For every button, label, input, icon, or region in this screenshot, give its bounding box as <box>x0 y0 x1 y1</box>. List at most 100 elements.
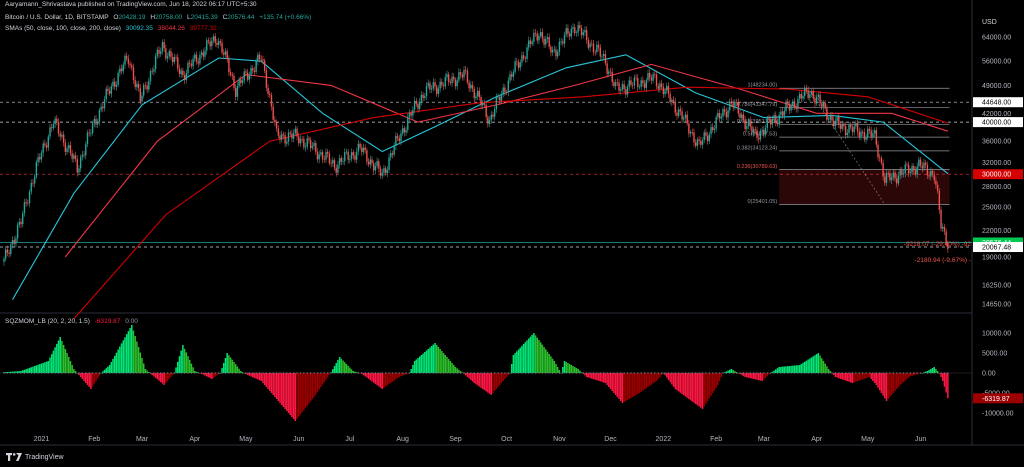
candle-body <box>267 87 269 94</box>
squeeze-dot <box>565 372 567 374</box>
squeeze-dot <box>875 372 877 374</box>
squeeze-dot <box>122 372 124 374</box>
momentum-bar <box>476 373 479 386</box>
squeeze-dot <box>187 372 189 374</box>
momentum-bar <box>425 350 428 373</box>
squeeze-dot <box>732 372 734 374</box>
momentum-bar <box>185 352 188 373</box>
momentum-bar <box>64 349 67 373</box>
squeeze-dot <box>892 372 894 374</box>
candle-body <box>166 56 169 59</box>
candle-body <box>390 153 392 158</box>
momentum-bar <box>422 353 424 373</box>
momentum-bar <box>938 373 941 374</box>
squeeze-dot <box>313 372 315 374</box>
momentum-bar <box>453 365 455 373</box>
candle-body <box>262 59 264 61</box>
candle-body <box>693 132 695 143</box>
momentum-bar <box>780 366 782 373</box>
squeeze-dot <box>906 372 908 374</box>
momentum-bar <box>223 363 225 373</box>
momentum-bar <box>151 373 153 375</box>
candle-body <box>327 151 329 154</box>
fibonacci-retracement[interactable]: 1(48234.00)0.786(43347.79)0.618(39517.53… <box>737 83 950 205</box>
candle-body <box>107 88 109 91</box>
candle-body <box>802 95 804 99</box>
main-legend[interactable]: Bitcoin / U.S. Dollar, 1D, BITSTAMP O204… <box>5 14 314 22</box>
momentum-bar <box>234 364 237 373</box>
squeeze-dot <box>623 372 625 374</box>
squeeze-dot <box>770 372 772 374</box>
momentum-bar <box>749 373 751 379</box>
momentum-bar <box>621 373 624 403</box>
candle-body <box>475 96 477 99</box>
candle-body <box>281 134 283 140</box>
candle-body <box>587 39 590 48</box>
candle-body <box>664 90 666 95</box>
candle-body <box>197 61 199 64</box>
candle-body <box>342 161 344 162</box>
footer-branding[interactable]: TradingView <box>6 453 64 461</box>
candle-body <box>478 90 481 98</box>
oscillator-legend[interactable]: SQZMOM_LB (20, 2, 20, 1.5) -6319.87 0.00 <box>5 318 141 326</box>
momentum-bar <box>505 373 508 377</box>
candle-body <box>396 135 399 138</box>
candle-body <box>701 140 704 145</box>
squeeze-dot <box>776 372 779 374</box>
candle-body <box>904 164 906 174</box>
momentum-bar <box>510 364 513 373</box>
sma-legend[interactable]: SMAs (50, close, 100, close, 200, close)… <box>5 25 220 33</box>
candle-body <box>907 164 910 174</box>
squeeze-dot <box>800 372 802 374</box>
candle-body <box>212 36 215 41</box>
time-tick-label: Apr <box>811 436 823 443</box>
time-axis[interactable]: 2021 Feb Mar Apr May Jun Jul Aug Sep Oct Nov Dec 202… <box>34 436 927 443</box>
momentum-bar <box>76 373 79 374</box>
squeeze-dot <box>555 372 557 374</box>
momentum-bar <box>895 373 898 389</box>
candle-body <box>918 159 920 167</box>
momentum-bar <box>473 373 475 383</box>
momentum-bar <box>21 370 24 373</box>
candle-body <box>873 130 876 134</box>
squeeze-dot <box>807 372 809 374</box>
momentum-bar <box>645 373 648 389</box>
price-axis[interactable]: USD 64000.00 56000.00 49000.00 42000.00 36000… <box>973 19 1023 418</box>
candle-body <box>768 118 770 121</box>
squeeze-dot <box>91 372 94 374</box>
momentum-bar <box>623 373 625 402</box>
candle-body <box>250 68 252 76</box>
candle-body <box>819 94 821 104</box>
candle-body <box>521 55 523 63</box>
squeeze-dot <box>480 372 482 374</box>
time-tick-label: Nov <box>553 436 566 443</box>
fib-level-label: 0(25401.05) <box>748 199 778 205</box>
momentum-bar <box>933 367 935 373</box>
momentum-bar <box>372 373 375 383</box>
momentum-bar <box>499 373 501 385</box>
candle-body <box>471 84 474 89</box>
momentum-bar <box>57 340 60 373</box>
momentum-bar <box>412 365 414 373</box>
squeeze-dot <box>163 372 165 374</box>
momentum-bar <box>54 347 56 373</box>
candle-body <box>388 157 390 170</box>
momentum-bar <box>805 360 808 373</box>
candle-body <box>282 134 285 136</box>
momentum-bar <box>751 373 753 379</box>
momentum-bar <box>37 364 39 373</box>
momentum-bar <box>877 373 879 388</box>
squeeze-dot <box>756 372 758 374</box>
momentum-bar <box>761 373 763 381</box>
squeeze-dot <box>674 372 676 374</box>
candle-body <box>115 84 118 87</box>
momentum-bar <box>737 373 740 374</box>
tradingview-chart[interactable]: 1(48234.00)0.786(43347.79)0.618(39517.53… <box>0 0 1024 467</box>
candle-body <box>270 95 273 107</box>
momentum-bar <box>59 337 61 373</box>
squeeze-dot <box>684 372 687 374</box>
momentum-bar <box>790 365 792 373</box>
squeeze-dot <box>361 372 363 374</box>
squeeze-dot <box>872 372 874 374</box>
candle-body <box>737 102 739 114</box>
